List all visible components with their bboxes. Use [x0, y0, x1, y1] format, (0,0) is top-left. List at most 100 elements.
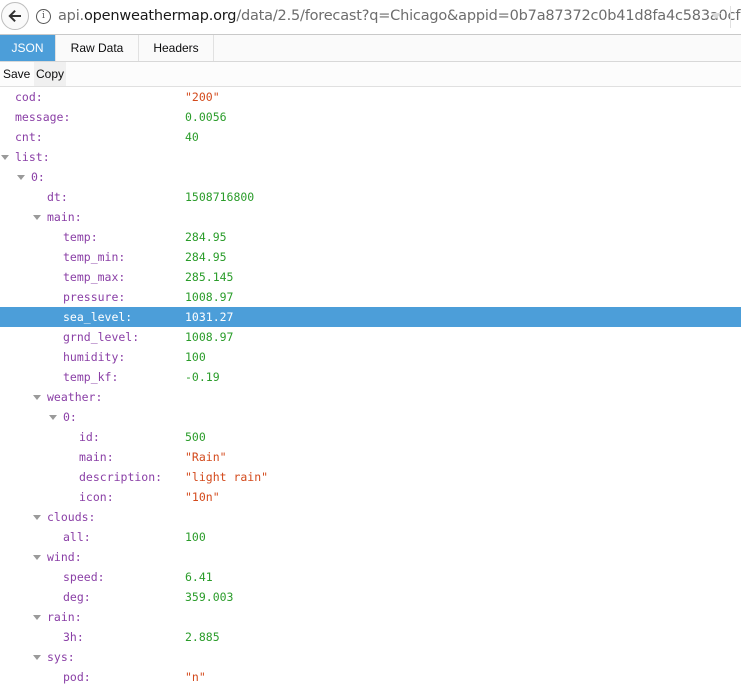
expand-toggle-icon[interactable]: [33, 555, 41, 560]
tree-key: pressure:: [63, 290, 126, 304]
url-domain: openweathermap.org: [83, 8, 237, 24]
tree-value: "n": [185, 670, 206, 684]
tree-key: temp_min:: [63, 250, 126, 264]
info-icon[interactable]: i: [36, 9, 51, 24]
tree-value: "10n": [185, 490, 220, 504]
tree-node[interactable]: list:: [0, 147, 741, 167]
tree-key: weather:: [47, 390, 103, 404]
tree-row[interactable]: humidity: 100: [0, 347, 741, 367]
tree-value: 40: [185, 130, 199, 144]
tree-value: 1031.27: [185, 310, 234, 324]
tree-key: main:: [79, 450, 114, 464]
back-arrow-icon: [8, 10, 21, 22]
tree-row[interactable]: temp_min: 284.95: [0, 247, 741, 267]
tree-row[interactable]: description: "light rain": [0, 467, 741, 487]
tree-row[interactable]: 3h: 2.885: [0, 627, 741, 647]
copy-button[interactable]: Copy: [34, 62, 67, 86]
url-prefix: api.: [58, 8, 84, 24]
tree-row[interactable]: cod: "200": [0, 87, 741, 107]
tree-key: list:: [15, 150, 50, 164]
tab-headers[interactable]: Headers: [139, 35, 214, 61]
chevron-down-icon[interactable]: [711, 13, 721, 19]
tree-value: -0.19: [185, 370, 220, 384]
tree-node[interactable]: rain:: [0, 607, 741, 627]
tree-value: 6.41: [185, 570, 213, 584]
tree-value: "Rain": [185, 450, 227, 464]
tree-row[interactable]: all: 100: [0, 527, 741, 547]
tree-row[interactable]: dt: 1508716800: [0, 187, 741, 207]
tree-key: wind:: [47, 550, 82, 564]
tab-raw-data[interactable]: Raw Data: [56, 35, 139, 61]
tree-key: speed:: [63, 570, 105, 584]
expand-toggle-icon[interactable]: [49, 415, 57, 420]
tree-value: "200": [185, 90, 220, 104]
tab-json[interactable]: JSON: [0, 35, 56, 61]
tree-key: 0:: [63, 410, 77, 424]
tree-value: 1008.97: [185, 290, 234, 304]
expand-toggle-icon[interactable]: [1, 155, 9, 160]
tree-key: cnt:: [15, 130, 43, 144]
tree-key: grnd_level:: [63, 330, 140, 344]
tree-key: temp_kf:: [63, 370, 119, 384]
tree-key: 0:: [31, 170, 45, 184]
tree-row[interactable]: grnd_level: 1008.97: [0, 327, 741, 347]
tree-key: all:: [63, 530, 91, 544]
tree-node[interactable]: clouds:: [0, 507, 741, 527]
tree-row[interactable]: temp_max: 285.145: [0, 267, 741, 287]
tree-value: 1008.97: [185, 330, 234, 344]
tree-value: 285.145: [185, 270, 234, 284]
tree-key: clouds:: [47, 510, 96, 524]
tree-node[interactable]: wind:: [0, 547, 741, 567]
tree-row[interactable]: speed: 6.41: [0, 567, 741, 587]
tree-value: 100: [185, 530, 206, 544]
back-button[interactable]: [1, 2, 29, 30]
url-field[interactable]: api.openweathermap.org/data/2.5/forecast…: [58, 8, 741, 24]
tree-key: rain:: [47, 610, 82, 624]
tree-row[interactable]: pod: "n": [0, 667, 741, 687]
expand-toggle-icon[interactable]: [33, 515, 41, 520]
tree-value: 100: [185, 350, 206, 364]
json-tree: cod: "200" message: 0.0056 cnt: 40 list: 0: dt: 1…: [0, 87, 741, 687]
tree-row[interactable]: cnt: 40: [0, 127, 741, 147]
tree-row[interactable]: temp_kf: -0.19: [0, 367, 741, 387]
url-path: /data/2.5/forecast?q=Chicago&appid=0b7a8…: [236, 8, 741, 24]
tree-row[interactable]: temp: 284.95: [0, 227, 741, 247]
tree-node[interactable]: sys:: [0, 647, 741, 667]
tree-node[interactable]: 0:: [0, 167, 741, 187]
save-button[interactable]: Save: [1, 62, 32, 86]
expand-toggle-icon[interactable]: [17, 175, 25, 180]
expand-toggle-icon[interactable]: [33, 615, 41, 620]
tree-key: humidity:: [63, 350, 126, 364]
expand-toggle-icon[interactable]: [33, 215, 41, 220]
tree-key: pod:: [63, 670, 91, 684]
tree-value: 359.003: [185, 590, 234, 604]
tree-row[interactable]: id: 500: [0, 427, 741, 447]
tree-value: 1508716800: [185, 190, 255, 204]
tree-row[interactable]: icon: "10n": [0, 487, 741, 507]
tree-row[interactable]: pressure: 1008.97: [0, 287, 741, 307]
expand-toggle-icon[interactable]: [33, 655, 41, 660]
tree-key: cod:: [15, 90, 43, 104]
tree-row[interactable]: sea_level: 1031.27: [0, 307, 741, 327]
tree-node[interactable]: weather:: [0, 387, 741, 407]
viewer-tabs: JSON Raw Data Headers: [0, 35, 741, 62]
tree-key: temp:: [63, 230, 98, 244]
tree-row[interactable]: message: 0.0056: [0, 107, 741, 127]
tree-node[interactable]: main:: [0, 207, 741, 227]
tree-key: sea_level:: [63, 310, 133, 324]
tree-node[interactable]: 0:: [0, 407, 741, 427]
tree-value: 500: [185, 430, 206, 444]
expand-toggle-icon[interactable]: [33, 395, 41, 400]
tree-key: sys:: [47, 650, 75, 664]
tree-key: deg:: [63, 590, 91, 604]
tree-value: 284.95: [185, 230, 227, 244]
tree-row[interactable]: main: "Rain": [0, 447, 741, 467]
tree-row[interactable]: deg: 359.003: [0, 587, 741, 607]
tree-key: temp_max:: [63, 270, 126, 284]
address-bar: i api.openweathermap.org/data/2.5/foreca…: [0, 0, 741, 35]
tree-key: icon:: [79, 490, 114, 504]
tree-value: 2.885: [185, 630, 220, 644]
tree-key: dt:: [47, 190, 68, 204]
tree-value: 284.95: [185, 250, 227, 264]
tree-key: description:: [79, 470, 163, 484]
